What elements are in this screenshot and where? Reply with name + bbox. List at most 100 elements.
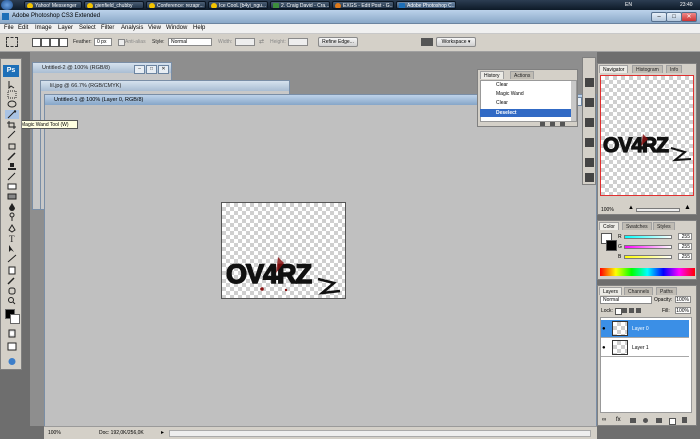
history-scrollbar[interactable] — [571, 81, 576, 121]
close-button[interactable]: ✕ — [681, 12, 697, 22]
eraser-tool-icon[interactable] — [5, 182, 19, 191]
tab-paths[interactable]: Paths — [656, 287, 677, 295]
tab-histogram[interactable]: Histogram — [632, 65, 663, 73]
swap-dimensions-icon[interactable]: ⇄ — [259, 38, 264, 45]
channel-r-value[interactable]: 255 — [678, 233, 692, 240]
tab-navigator[interactable]: Navigator — [599, 65, 629, 73]
taskbar-item-media-player[interactable]: 2. Craig David - Cra... — [270, 1, 330, 9]
move-tool-icon[interactable] — [5, 80, 19, 90]
new-document-from-state-icon[interactable] — [540, 122, 545, 126]
layer-thumbnail[interactable] — [612, 321, 628, 336]
lock-position-icon[interactable] — [629, 308, 634, 313]
history-item[interactable]: Magic Wand — [480, 90, 573, 98]
channel-g-slider[interactable] — [624, 245, 672, 249]
tab-layers[interactable]: Layers — [599, 287, 623, 295]
language-indicator[interactable]: EN — [625, 2, 632, 8]
style-select[interactable]: Normal — [168, 38, 212, 46]
workspace-button[interactable]: Workspace ▾ — [436, 37, 476, 47]
tab-channels[interactable]: Channels — [624, 287, 654, 295]
palette-well-icon[interactable] — [421, 38, 433, 46]
hand-tool-icon[interactable] — [5, 286, 19, 295]
menu-view[interactable]: View — [148, 25, 161, 32]
tab-actions[interactable]: Actions — [510, 71, 535, 79]
layer-thumbnail[interactable] — [612, 340, 628, 355]
magic-wand-tool-icon[interactable] — [5, 110, 19, 119]
status-doc-size[interactable]: Doc: 192,0K/256,0K — [99, 430, 144, 436]
navigator-thumbnail[interactable]: OV4RZ — [600, 75, 694, 196]
info-icon[interactable] — [585, 173, 594, 182]
notes-tool-icon[interactable] — [5, 266, 19, 275]
layer-style-icon[interactable]: fx — [616, 417, 621, 423]
history-item-selected[interactable]: Deselect — [480, 109, 573, 117]
zoom-tool-icon[interactable] — [5, 296, 19, 305]
pen-tool-icon[interactable] — [5, 224, 19, 233]
start-button[interactable] — [1, 0, 13, 10]
adjustment-layer-icon[interactable] — [643, 418, 648, 423]
navigator-zoom-value[interactable]: 100% — [601, 207, 614, 213]
height-input[interactable] — [288, 38, 308, 46]
link-layers-icon[interactable]: ∞ — [602, 417, 606, 423]
document-canvas[interactable]: OV4RZ — [221, 202, 346, 299]
taskbar-item-conference[interactable]: Conference: rezapr... — [146, 1, 206, 9]
minimize-button[interactable]: – — [651, 12, 667, 22]
healing-brush-tool-icon[interactable] — [5, 142, 19, 151]
screen-mode-icon[interactable] — [5, 342, 19, 351]
tool-presets-icon[interactable] — [585, 98, 594, 107]
path-selection-tool-icon[interactable] — [5, 244, 19, 253]
history-item[interactable]: Clear — [480, 99, 573, 107]
document-title-bar[interactable]: lil.jpg @ 66.7% (RGB/CMYK) — [41, 81, 289, 91]
navigator-zoom-slider[interactable] — [636, 208, 680, 212]
new-layer-icon[interactable] — [669, 418, 676, 425]
doc-close-button[interactable]: ✕ — [158, 65, 169, 74]
doc-maximize-button[interactable]: □ — [146, 65, 157, 74]
actions-icon[interactable] — [585, 138, 594, 147]
lock-all-icon[interactable] — [636, 308, 641, 313]
opacity-value[interactable]: 100% — [675, 296, 691, 303]
lasso-tool-icon[interactable] — [5, 100, 19, 109]
tab-info[interactable]: Info — [666, 65, 683, 73]
menu-image[interactable]: Image — [35, 25, 52, 32]
crop-tool-icon[interactable] — [5, 120, 19, 129]
delete-layer-icon[interactable] — [682, 417, 687, 423]
doc-minimize-button[interactable]: – — [134, 65, 145, 74]
marquee-tool-preset-icon[interactable] — [6, 37, 18, 47]
color-spectrum-ramp[interactable] — [600, 268, 695, 276]
background-color-swatch[interactable] — [10, 314, 20, 324]
lock-paint-icon[interactable] — [622, 308, 627, 313]
quick-mask-icon[interactable] — [5, 329, 19, 338]
menu-filter[interactable]: Filter — [101, 25, 114, 32]
taskbar-item-browser[interactable]: EXGS - Edit Post - G... — [332, 1, 394, 9]
channel-b-value[interactable]: 255 — [678, 253, 692, 260]
channel-r-slider[interactable] — [624, 235, 672, 239]
feather-input[interactable]: 0 px — [94, 38, 112, 46]
line-tool-icon[interactable] — [5, 254, 19, 263]
menu-layer[interactable]: Layer — [58, 25, 73, 32]
layer-name[interactable]: Layer 1 — [632, 345, 649, 351]
layer-mask-icon[interactable] — [630, 418, 636, 423]
tab-history[interactable]: History — [480, 71, 504, 79]
layer-row-selected[interactable]: ● Layer 0 — [601, 320, 689, 338]
gradient-tool-icon[interactable] — [5, 192, 19, 201]
dodge-tool-icon[interactable] — [5, 212, 19, 221]
menu-window[interactable]: Window — [166, 25, 187, 32]
blur-tool-icon[interactable] — [5, 202, 19, 211]
lock-transparency-icon[interactable] — [615, 308, 622, 315]
visibility-eye-icon[interactable]: ● — [602, 326, 606, 332]
width-input[interactable] — [235, 38, 255, 46]
layer-row[interactable]: ● Layer 1 — [601, 339, 689, 357]
taskbar-item-yahoo-messenger[interactable]: Yahoo! Messenger — [24, 1, 82, 9]
layer-group-icon[interactable] — [656, 418, 662, 423]
edit-in-imageready-icon[interactable] — [5, 357, 19, 366]
maximize-button[interactable]: □ — [666, 12, 682, 22]
selection-mode-intersect-icon[interactable] — [59, 38, 68, 47]
selection-mode-new-icon[interactable] — [32, 38, 41, 47]
antialias-checkbox[interactable] — [118, 39, 125, 46]
type-tool-icon[interactable]: T — [5, 234, 19, 244]
channel-b-slider[interactable] — [624, 255, 672, 259]
tab-styles[interactable]: Styles — [653, 222, 675, 230]
trash-icon[interactable] — [560, 122, 565, 126]
menu-edit[interactable]: Edit — [18, 25, 28, 32]
history-brush-tool-icon[interactable] — [5, 172, 19, 181]
selection-mode-subtract-icon[interactable] — [50, 38, 59, 47]
horizontal-scrollbar[interactable] — [169, 430, 591, 437]
